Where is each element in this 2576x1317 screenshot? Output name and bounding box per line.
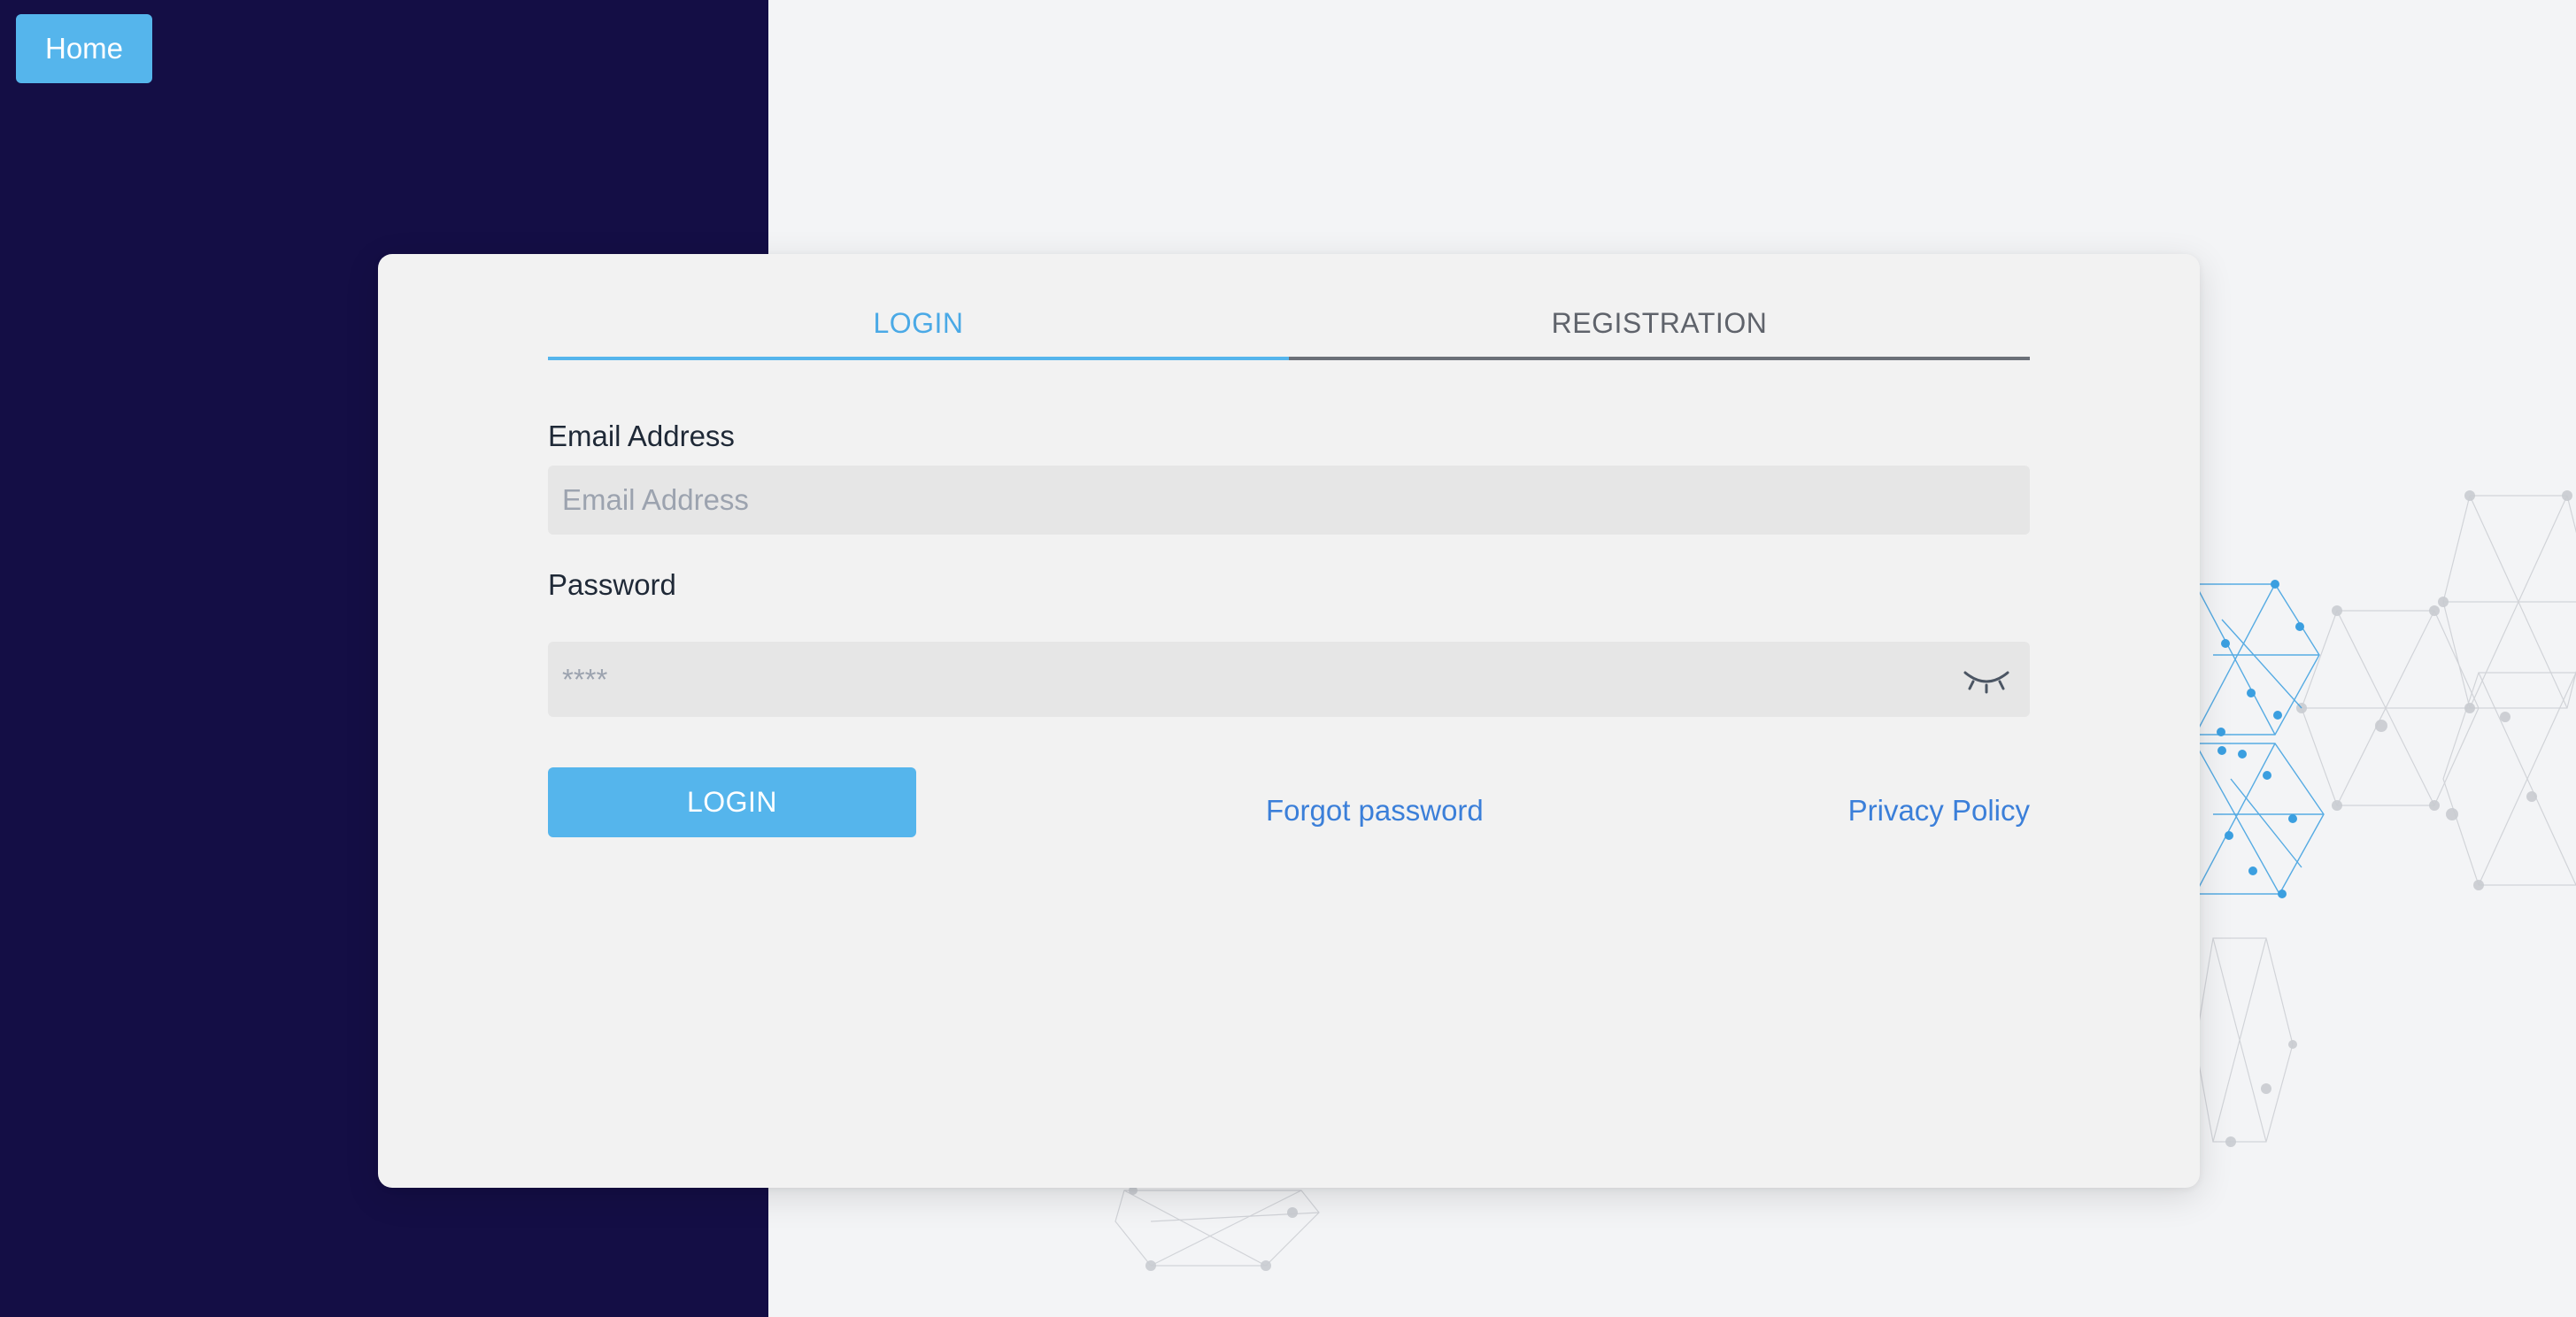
tab-registration[interactable]: REGISTRATION	[1289, 307, 2030, 360]
privacy-policy-link[interactable]: Privacy Policy	[1848, 794, 2030, 828]
forgot-password-link[interactable]: Forgot password	[1266, 794, 1484, 828]
email-label: Email Address	[548, 420, 735, 452]
login-page: Home LOGIN REGISTRATION Email Address Pa…	[0, 0, 2576, 1317]
auth-card: LOGIN REGISTRATION Email Address Passwor…	[378, 254, 2200, 1188]
password-label: Password	[548, 568, 676, 601]
eye-closed-icon[interactable]	[1963, 667, 2010, 694]
tab-login[interactable]: LOGIN	[548, 307, 1289, 360]
auth-tabs: LOGIN REGISTRATION	[548, 307, 2030, 360]
password-input[interactable]	[548, 642, 2030, 717]
login-submit-button[interactable]: LOGIN	[548, 767, 916, 837]
home-button[interactable]: Home	[16, 14, 152, 83]
email-input[interactable]	[548, 466, 2030, 535]
